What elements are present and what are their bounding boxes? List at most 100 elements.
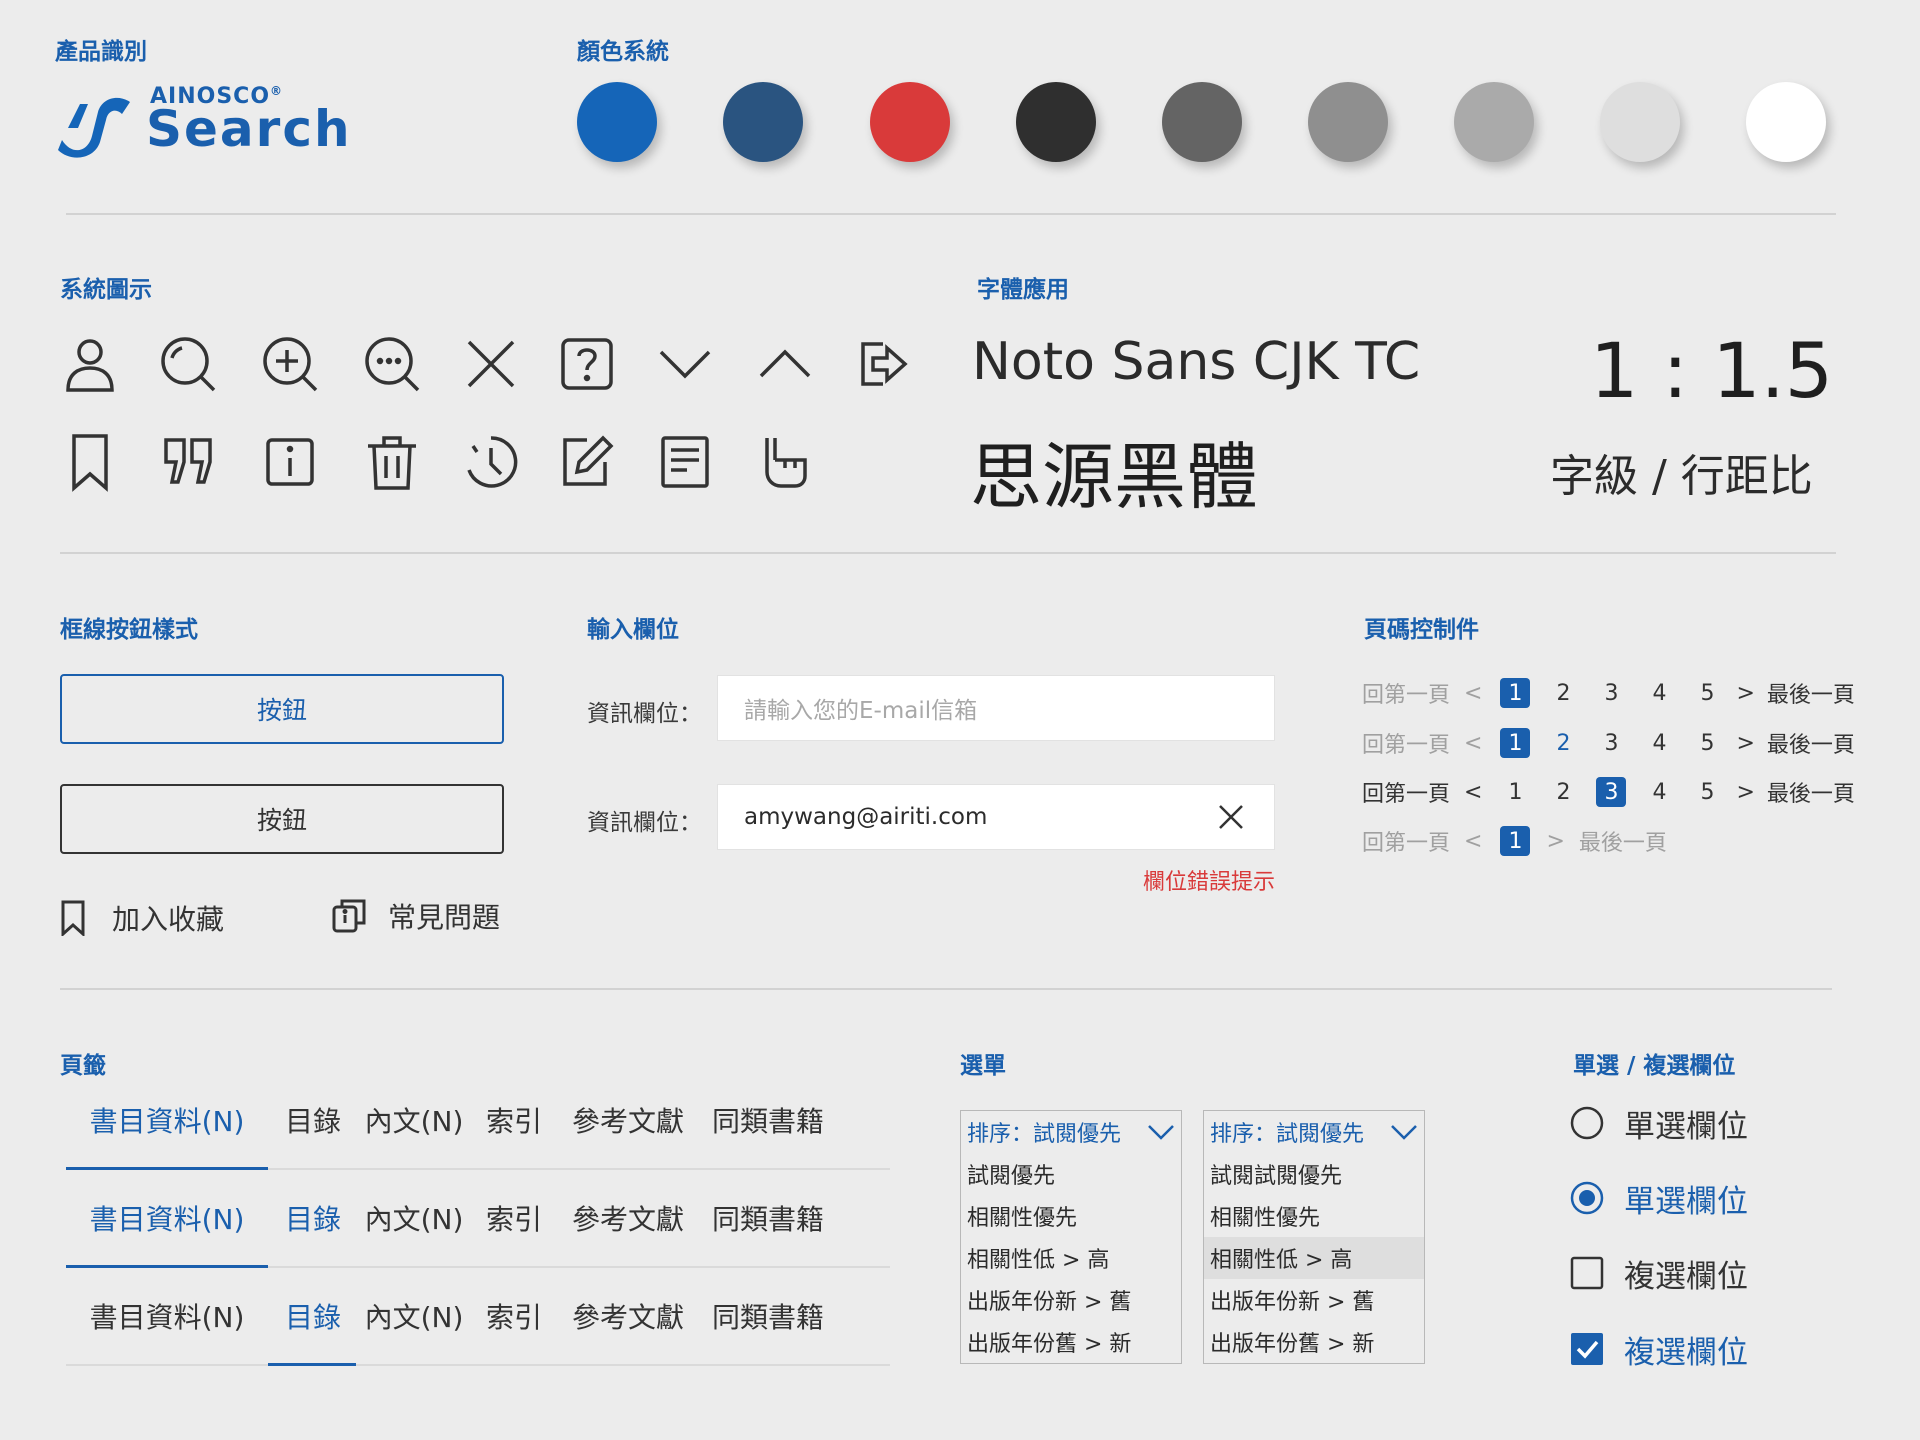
dropdown-option[interactable]: 相關性低 > 高 <box>961 1237 1181 1279</box>
dropdown-trigger[interactable]: 排序：試閱優先 <box>1204 1111 1424 1153</box>
logo-mark-icon <box>58 97 130 158</box>
page-number[interactable]: 1 <box>1500 728 1531 758</box>
dropdown-option[interactable]: 出版年份新 > 舊 <box>1204 1279 1424 1321</box>
tab-index[interactable]: 索引 <box>470 1072 558 1168</box>
tab-fulltext[interactable]: 內文(N) <box>358 1268 470 1364</box>
outline-secondary-button[interactable]: 按鈕 <box>60 784 504 854</box>
dropdown-option[interactable]: 相關性優先 <box>1204 1195 1424 1237</box>
tab-toc[interactable]: 目錄 <box>268 1072 358 1168</box>
bookmark-icon[interactable] <box>60 432 120 492</box>
tab-references[interactable]: 參考文獻 <box>558 1268 698 1364</box>
user-icon[interactable] <box>60 334 120 394</box>
tab-references[interactable]: 參考文獻 <box>558 1072 698 1168</box>
prev-page-button[interactable]: < <box>1464 780 1482 805</box>
tab-similar-books[interactable]: 同類書籍 <box>698 1268 838 1364</box>
chevron-down-icon <box>1148 1125 1174 1140</box>
first-page-link[interactable]: 回第一頁 <box>1362 825 1450 857</box>
product-logo: AINOSCO® Search <box>58 84 358 164</box>
hand-pointer-icon[interactable] <box>755 432 815 492</box>
prev-page-button[interactable]: < <box>1464 731 1482 756</box>
search-more-icon[interactable] <box>362 334 422 394</box>
first-page-link[interactable]: 回第一頁 <box>1362 677 1450 709</box>
page-number[interactable]: 3 <box>1596 678 1626 708</box>
tab-references[interactable]: 參考文獻 <box>558 1170 698 1266</box>
first-page-link[interactable]: 回第一頁 <box>1362 727 1450 759</box>
page-number[interactable]: 3 <box>1596 728 1626 758</box>
page-number[interactable]: 2 <box>1548 777 1578 807</box>
chevron-up-icon[interactable] <box>755 334 815 394</box>
last-page-link[interactable]: 最後一頁 <box>1767 776 1855 808</box>
tab-index[interactable]: 索引 <box>470 1268 558 1364</box>
faq-button[interactable]: 常見問題 <box>332 892 500 940</box>
radio-label: 單選欄位 <box>1624 1183 1748 1220</box>
last-page-link[interactable]: 最後一頁 <box>1767 727 1855 759</box>
tab-bibliographic[interactable]: 書目資料(N) <box>66 1268 268 1364</box>
page-number[interactable]: 4 <box>1644 728 1674 758</box>
help-icon[interactable] <box>557 334 617 394</box>
page-number[interactable]: 5 <box>1692 777 1722 807</box>
email-field-empty[interactable]: 請輸入您的E-mail信箱 <box>717 675 1275 741</box>
page-number[interactable]: 5 <box>1692 678 1722 708</box>
tab-similar-books[interactable]: 同類書籍 <box>698 1170 838 1266</box>
page-number[interactable]: 1 <box>1500 826 1531 856</box>
page-number[interactable]: 5 <box>1692 728 1722 758</box>
tab-similar-books[interactable]: 同類書籍 <box>698 1072 838 1168</box>
dropdown-option[interactable]: 相關性優先 <box>961 1195 1181 1237</box>
last-page-link[interactable]: 最後一頁 <box>1767 677 1855 709</box>
font-name-sample: Noto Sans CJK TC <box>972 332 1421 392</box>
dropdown-option[interactable]: 試閱優先 <box>961 1153 1181 1195</box>
dropdown-option[interactable]: 出版年份舊 > 新 <box>1204 1321 1424 1363</box>
page-number[interactable]: 2 <box>1548 678 1578 708</box>
prev-page-button[interactable]: < <box>1464 829 1482 854</box>
dropdown-trigger[interactable]: 排序：試閱優先 <box>961 1111 1181 1153</box>
clear-icon[interactable] <box>1218 804 1244 830</box>
page-number[interactable]: 4 <box>1644 777 1674 807</box>
dropdown-option-highlighted[interactable]: 相關性低 > 高 <box>1204 1237 1424 1279</box>
quote-icon[interactable] <box>158 432 218 492</box>
last-page-link[interactable]: 最後一頁 <box>1579 825 1667 857</box>
page-number[interactable]: 4 <box>1644 678 1674 708</box>
chevron-down-icon[interactable] <box>655 334 715 394</box>
history-icon[interactable] <box>461 432 521 492</box>
page-number[interactable]: 1 <box>1500 678 1531 708</box>
next-page-button[interactable]: > <box>1736 681 1754 706</box>
edit-icon[interactable] <box>557 432 617 492</box>
tab-bibliographic[interactable]: 書目資料(N) <box>66 1072 268 1168</box>
next-page-button[interactable]: > <box>1736 780 1754 805</box>
share-icon[interactable] <box>853 334 913 394</box>
field-label: 資訊欄位： <box>587 701 702 727</box>
dropdown-option[interactable]: 出版年份新 > 舊 <box>961 1279 1181 1321</box>
next-page-button[interactable]: > <box>1736 731 1754 756</box>
page-number[interactable]: 3 <box>1596 777 1627 807</box>
tab-toc-hover[interactable]: 目錄 <box>268 1170 358 1266</box>
trash-icon[interactable] <box>362 432 422 492</box>
close-icon[interactable] <box>461 334 521 394</box>
tab-index[interactable]: 索引 <box>470 1170 558 1266</box>
zoom-in-icon[interactable] <box>260 334 320 394</box>
page-number[interactable]: 1 <box>1500 777 1530 807</box>
radio-checked[interactable]: 單選欄位 <box>1570 1175 1748 1221</box>
prev-page-button[interactable]: < <box>1464 681 1482 706</box>
dropdown-selected: 排序：試閱優先 <box>967 1122 1122 1147</box>
checkbox-checked[interactable]: 複選欄位 <box>1570 1326 1748 1372</box>
page-number-hover[interactable]: 2 <box>1548 728 1578 758</box>
outline-primary-button[interactable]: 按鈕 <box>60 674 504 744</box>
document-icon[interactable] <box>655 432 715 492</box>
first-page-link[interactable]: 回第一頁 <box>1362 776 1450 808</box>
tab-fulltext[interactable]: 內文(N) <box>358 1072 470 1168</box>
info-icon[interactable] <box>260 432 320 492</box>
search-icon[interactable] <box>158 334 218 394</box>
checkbox-unchecked[interactable]: 複選欄位 <box>1570 1250 1748 1296</box>
colors-title: 顏色系統 <box>577 39 669 65</box>
color-swatch <box>870 82 950 162</box>
radio-unchecked[interactable]: 單選欄位 <box>1570 1100 1748 1146</box>
next-page-button[interactable]: > <box>1546 829 1564 854</box>
email-field-filled[interactable]: amywang@airiti.com <box>717 784 1275 850</box>
tab-fulltext[interactable]: 內文(N) <box>358 1170 470 1266</box>
color-swatch <box>1162 82 1242 162</box>
tab-toc[interactable]: 目錄 <box>268 1268 358 1364</box>
add-bookmark-button[interactable]: 加入收藏 <box>60 894 224 942</box>
dropdown-option[interactable]: 試閱試閱優先 <box>1204 1153 1424 1195</box>
dropdown-option[interactable]: 出版年份舊 > 新 <box>961 1321 1181 1363</box>
tab-bibliographic[interactable]: 書目資料(N) <box>66 1170 268 1266</box>
